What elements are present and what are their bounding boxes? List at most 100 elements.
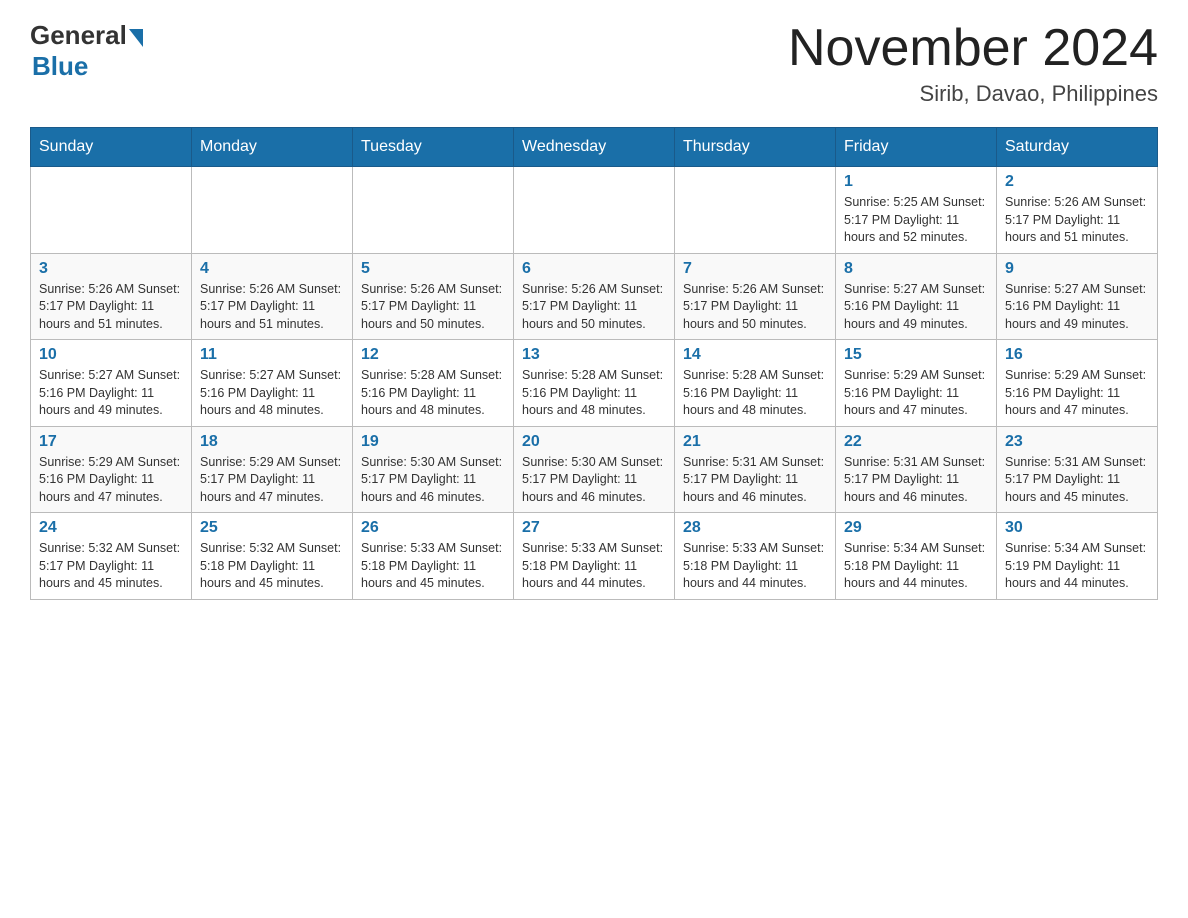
calendar-cell: 20 Sunrise: 5:30 AM Sunset: 5:17 PM Dayli… [514,426,675,513]
calendar-cell: 16 Sunrise: 5:29 AM Sunset: 5:16 PM Dayli… [997,340,1158,427]
day-number: 7 [683,260,827,278]
calendar-cell: 4Sunrise: 5:26 AM Sunset: 5:17 PM Daylig… [192,253,353,340]
title-section: November 2024 Sirib, Davao, Philippines [788,20,1158,107]
calendar-cell: 21Sunrise: 5:31 AM Sunset: 5:17 PM Dayli… [675,426,836,513]
calendar-week-row: 1 Sunrise: 5:25 AM Sunset: 5:17 PM Daylig… [31,167,1158,254]
day-number: 29 [844,519,988,537]
calendar-cell: 17 Sunrise: 5:29 AM Sunset: 5:16 PM Dayli… [31,426,192,513]
day-info: Sunrise: 5:27 AM Sunset: 5:16 PM Dayligh… [1005,281,1149,334]
calendar-cell: 25 Sunrise: 5:32 AM Sunset: 5:18 PM Dayli… [192,513,353,600]
logo-general-text: General [30,20,127,51]
calendar-cell: 13Sunrise: 5:28 AM Sunset: 5:16 PM Dayli… [514,340,675,427]
day-info: Sunrise: 5:26 AM Sunset: 5:17 PM Dayligh… [361,281,505,334]
day-number: 28 [683,519,827,537]
day-info: Sunrise: 5:32 AM Sunset: 5:18 PM Dayligh… [200,540,344,593]
day-info: Sunrise: 5:33 AM Sunset: 5:18 PM Dayligh… [683,540,827,593]
calendar-cell: 27 Sunrise: 5:33 AM Sunset: 5:18 PM Dayli… [514,513,675,600]
day-info: Sunrise: 5:29 AM Sunset: 5:16 PM Dayligh… [39,454,183,507]
calendar-day-header: Saturday [997,128,1158,167]
day-number: 18 [200,433,344,451]
day-info: Sunrise: 5:33 AM Sunset: 5:18 PM Dayligh… [522,540,666,593]
day-info: Sunrise: 5:29 AM Sunset: 5:17 PM Dayligh… [200,454,344,507]
calendar-header-row: SundayMondayTuesdayWednesdayThursdayFrid… [31,128,1158,167]
logo-arrow-icon [129,29,143,47]
day-number: 4 [200,260,344,278]
day-info: Sunrise: 5:28 AM Sunset: 5:16 PM Dayligh… [522,367,666,420]
calendar-table: SundayMondayTuesdayWednesdayThursdayFrid… [30,127,1158,600]
day-info: Sunrise: 5:29 AM Sunset: 5:16 PM Dayligh… [1005,367,1149,420]
calendar-day-header: Thursday [675,128,836,167]
calendar-cell: 23 Sunrise: 5:31 AM Sunset: 5:17 PM Dayli… [997,426,1158,513]
day-info: Sunrise: 5:30 AM Sunset: 5:17 PM Dayligh… [361,454,505,507]
day-info: Sunrise: 5:25 AM Sunset: 5:17 PM Dayligh… [844,194,988,247]
calendar-cell: 30 Sunrise: 5:34 AM Sunset: 5:19 PM Dayli… [997,513,1158,600]
logo: General Blue [30,20,143,82]
day-info: Sunrise: 5:26 AM Sunset: 5:17 PM Dayligh… [522,281,666,334]
calendar-cell: 24 Sunrise: 5:32 AM Sunset: 5:17 PM Dayli… [31,513,192,600]
day-number: 25 [200,519,344,537]
calendar-cell: 14 Sunrise: 5:28 AM Sunset: 5:16 PM Dayli… [675,340,836,427]
day-info: Sunrise: 5:29 AM Sunset: 5:16 PM Dayligh… [844,367,988,420]
day-number: 24 [39,519,183,537]
logo-blue-text: Blue [32,51,88,82]
day-number: 17 [39,433,183,451]
day-number: 2 [1005,173,1149,191]
day-info: Sunrise: 5:31 AM Sunset: 5:17 PM Dayligh… [844,454,988,507]
day-info: Sunrise: 5:30 AM Sunset: 5:17 PM Dayligh… [522,454,666,507]
calendar-cell: 2 Sunrise: 5:26 AM Sunset: 5:17 PM Daylig… [997,167,1158,254]
calendar-cell: 3 Sunrise: 5:26 AM Sunset: 5:17 PM Daylig… [31,253,192,340]
day-number: 23 [1005,433,1149,451]
day-number: 26 [361,519,505,537]
calendar-cell: 19 Sunrise: 5:30 AM Sunset: 5:17 PM Dayli… [353,426,514,513]
calendar-day-header: Sunday [31,128,192,167]
day-number: 5 [361,260,505,278]
day-number: 9 [1005,260,1149,278]
day-info: Sunrise: 5:26 AM Sunset: 5:17 PM Dayligh… [683,281,827,334]
calendar-cell [31,167,192,254]
calendar-cell [514,167,675,254]
day-number: 27 [522,519,666,537]
day-info: Sunrise: 5:27 AM Sunset: 5:16 PM Dayligh… [844,281,988,334]
day-info: Sunrise: 5:33 AM Sunset: 5:18 PM Dayligh… [361,540,505,593]
calendar-cell: 28 Sunrise: 5:33 AM Sunset: 5:18 PM Dayli… [675,513,836,600]
calendar-week-row: 17 Sunrise: 5:29 AM Sunset: 5:16 PM Dayli… [31,426,1158,513]
calendar-cell: 7 Sunrise: 5:26 AM Sunset: 5:17 PM Daylig… [675,253,836,340]
calendar-day-header: Tuesday [353,128,514,167]
day-number: 1 [844,173,988,191]
day-number: 16 [1005,346,1149,364]
calendar-cell: 15Sunrise: 5:29 AM Sunset: 5:16 PM Dayli… [836,340,997,427]
day-number: 3 [39,260,183,278]
calendar-cell: 10Sunrise: 5:27 AM Sunset: 5:16 PM Dayli… [31,340,192,427]
day-info: Sunrise: 5:28 AM Sunset: 5:16 PM Dayligh… [683,367,827,420]
calendar-cell: 9 Sunrise: 5:27 AM Sunset: 5:16 PM Daylig… [997,253,1158,340]
calendar-week-row: 10Sunrise: 5:27 AM Sunset: 5:16 PM Dayli… [31,340,1158,427]
calendar-week-row: 3 Sunrise: 5:26 AM Sunset: 5:17 PM Daylig… [31,253,1158,340]
calendar-day-header: Wednesday [514,128,675,167]
calendar-cell: 22 Sunrise: 5:31 AM Sunset: 5:17 PM Dayli… [836,426,997,513]
calendar-day-header: Friday [836,128,997,167]
day-info: Sunrise: 5:27 AM Sunset: 5:16 PM Dayligh… [200,367,344,420]
calendar-cell: 1 Sunrise: 5:25 AM Sunset: 5:17 PM Daylig… [836,167,997,254]
day-info: Sunrise: 5:26 AM Sunset: 5:17 PM Dayligh… [39,281,183,334]
day-info: Sunrise: 5:26 AM Sunset: 5:17 PM Dayligh… [1005,194,1149,247]
day-info: Sunrise: 5:34 AM Sunset: 5:18 PM Dayligh… [844,540,988,593]
page-header: General Blue November 2024 Sirib, Davao,… [30,20,1158,107]
calendar-cell: 12 Sunrise: 5:28 AM Sunset: 5:16 PM Dayli… [353,340,514,427]
day-number: 20 [522,433,666,451]
calendar-cell: 18 Sunrise: 5:29 AM Sunset: 5:17 PM Dayli… [192,426,353,513]
day-number: 22 [844,433,988,451]
calendar-cell [353,167,514,254]
day-number: 21 [683,433,827,451]
day-number: 12 [361,346,505,364]
calendar-cell: 11Sunrise: 5:27 AM Sunset: 5:16 PM Dayli… [192,340,353,427]
day-info: Sunrise: 5:32 AM Sunset: 5:17 PM Dayligh… [39,540,183,593]
day-info: Sunrise: 5:31 AM Sunset: 5:17 PM Dayligh… [1005,454,1149,507]
calendar-cell [675,167,836,254]
day-info: Sunrise: 5:34 AM Sunset: 5:19 PM Dayligh… [1005,540,1149,593]
day-info: Sunrise: 5:28 AM Sunset: 5:16 PM Dayligh… [361,367,505,420]
day-number: 30 [1005,519,1149,537]
location-title: Sirib, Davao, Philippines [788,81,1158,107]
day-number: 19 [361,433,505,451]
day-number: 14 [683,346,827,364]
calendar-cell: 6Sunrise: 5:26 AM Sunset: 5:17 PM Daylig… [514,253,675,340]
